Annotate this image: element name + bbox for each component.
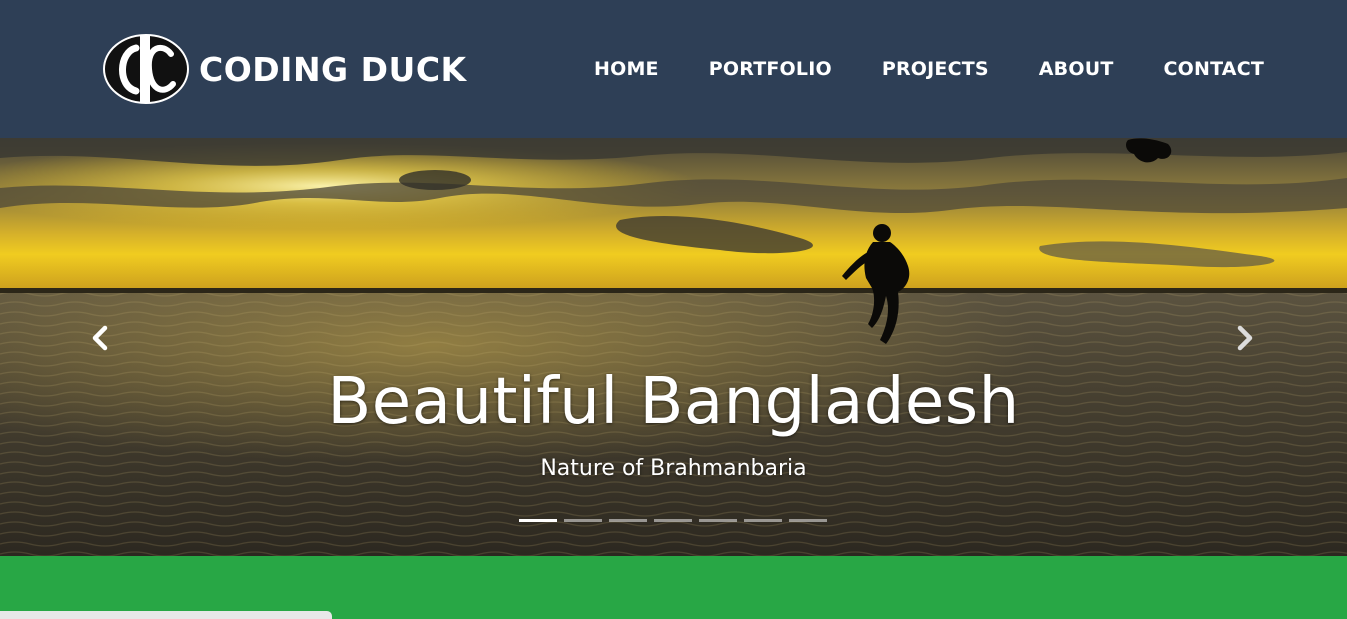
- carousel-indicator[interactable]: [609, 519, 647, 522]
- nav-item-home: HOME: [594, 57, 659, 81]
- nav-link-portfolio[interactable]: PORTFOLIO: [709, 57, 832, 81]
- slide-image: [0, 138, 1347, 556]
- chevron-left-icon: [92, 325, 108, 351]
- nav-item-projects: PROJECTS: [882, 57, 989, 81]
- nav-link-home[interactable]: HOME: [594, 57, 659, 81]
- hero-carousel: Beautiful Bangladesh Nature of Brahmanba…: [0, 138, 1347, 556]
- carousel-indicator[interactable]: [789, 519, 827, 522]
- carousel-prev-button[interactable]: [80, 318, 120, 358]
- chevron-right-icon: [1237, 325, 1253, 351]
- carousel-indicator[interactable]: [699, 519, 737, 522]
- nav-item-contact: CONTACT: [1164, 57, 1265, 81]
- carousel-indicator[interactable]: [519, 519, 557, 522]
- carousel-indicators: [519, 519, 827, 522]
- nav-item-about: ABOUT: [1039, 57, 1114, 81]
- accent-band: [0, 556, 1347, 619]
- carousel-caption-title: Beautiful Bangladesh: [327, 365, 1020, 439]
- nav-link-contact[interactable]: CONTACT: [1164, 57, 1265, 81]
- carousel-indicator[interactable]: [744, 519, 782, 522]
- nav-item-portfolio: PORTFOLIO: [709, 57, 832, 81]
- carousel-caption-subtitle: Nature of Brahmanbaria: [540, 456, 807, 481]
- cd-logo-icon: [103, 34, 189, 104]
- brand-link[interactable]: CODING DUCK: [103, 34, 467, 104]
- nav-link-about[interactable]: ABOUT: [1039, 57, 1114, 81]
- main-nav: HOME PORTFOLIO PROJECTS ABOUT CONTACT: [594, 57, 1264, 81]
- carousel-indicator[interactable]: [564, 519, 602, 522]
- brand-name: CODING DUCK: [199, 49, 467, 89]
- horizontal-scrollbar[interactable]: [0, 611, 332, 619]
- carousel-indicator[interactable]: [654, 519, 692, 522]
- nav-link-projects[interactable]: PROJECTS: [882, 57, 989, 81]
- navbar: CODING DUCK HOME PORTFOLIO PROJECTS ABOU…: [0, 0, 1347, 138]
- carousel-next-button[interactable]: [1225, 318, 1265, 358]
